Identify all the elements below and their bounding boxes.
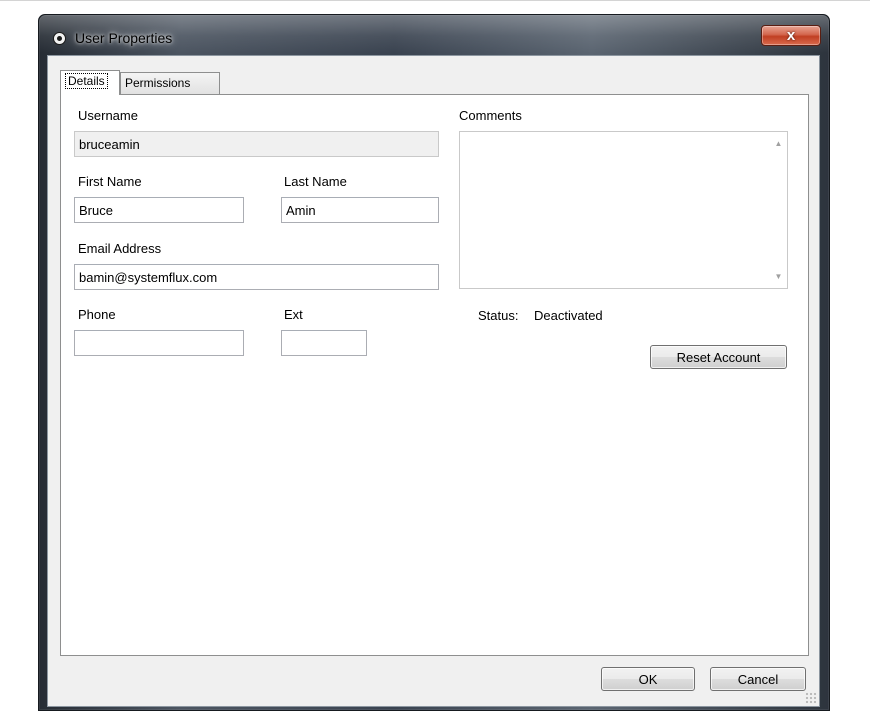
username-field[interactable]	[74, 131, 439, 157]
dialog-client-area: Details Permissions Username First Name …	[47, 55, 820, 707]
email-label: Email Address	[78, 241, 162, 256]
tab-permissions[interactable]: Permissions	[120, 72, 220, 94]
last-name-label: Last Name	[284, 174, 347, 189]
first-name-label: First Name	[78, 174, 142, 189]
ext-label: Ext	[284, 307, 303, 322]
user-properties-window: User Properties x Details Permissions Us…	[38, 14, 830, 711]
close-button[interactable]: x	[761, 25, 821, 46]
comments-textarea[interactable]: ▲ ▼	[459, 131, 788, 289]
tab-details[interactable]: Details	[60, 70, 120, 95]
email-field[interactable]	[74, 264, 439, 290]
window-title: User Properties	[75, 30, 173, 46]
last-name-field[interactable]	[281, 197, 439, 223]
phone-field[interactable]	[74, 330, 244, 356]
username-label: Username	[78, 108, 138, 123]
resize-grip-icon[interactable]	[805, 692, 817, 704]
page-top-rule	[0, 0, 870, 1]
ok-button[interactable]: OK	[601, 667, 695, 691]
tab-details-label: Details	[65, 73, 108, 89]
phone-label: Phone	[78, 307, 116, 322]
close-icon: x	[786, 27, 796, 44]
app-circle-icon[interactable]	[53, 32, 66, 45]
ext-field[interactable]	[281, 330, 367, 356]
first-name-field[interactable]	[74, 197, 244, 223]
cancel-button[interactable]: Cancel	[710, 667, 806, 691]
scroll-down-arrow-icon[interactable]: ▼	[770, 268, 787, 285]
status-value: Deactivated	[534, 308, 603, 323]
reset-account-button[interactable]: Reset Account	[650, 345, 787, 369]
details-panel: Username First Name Last Name Email Addr…	[60, 94, 809, 656]
comments-label: Comments	[459, 108, 522, 123]
scroll-up-arrow-icon[interactable]: ▲	[770, 135, 787, 152]
tab-permissions-label: Permissions	[125, 76, 191, 90]
comments-scrollbar[interactable]: ▲ ▼	[770, 132, 787, 288]
status-label: Status:	[478, 308, 519, 323]
